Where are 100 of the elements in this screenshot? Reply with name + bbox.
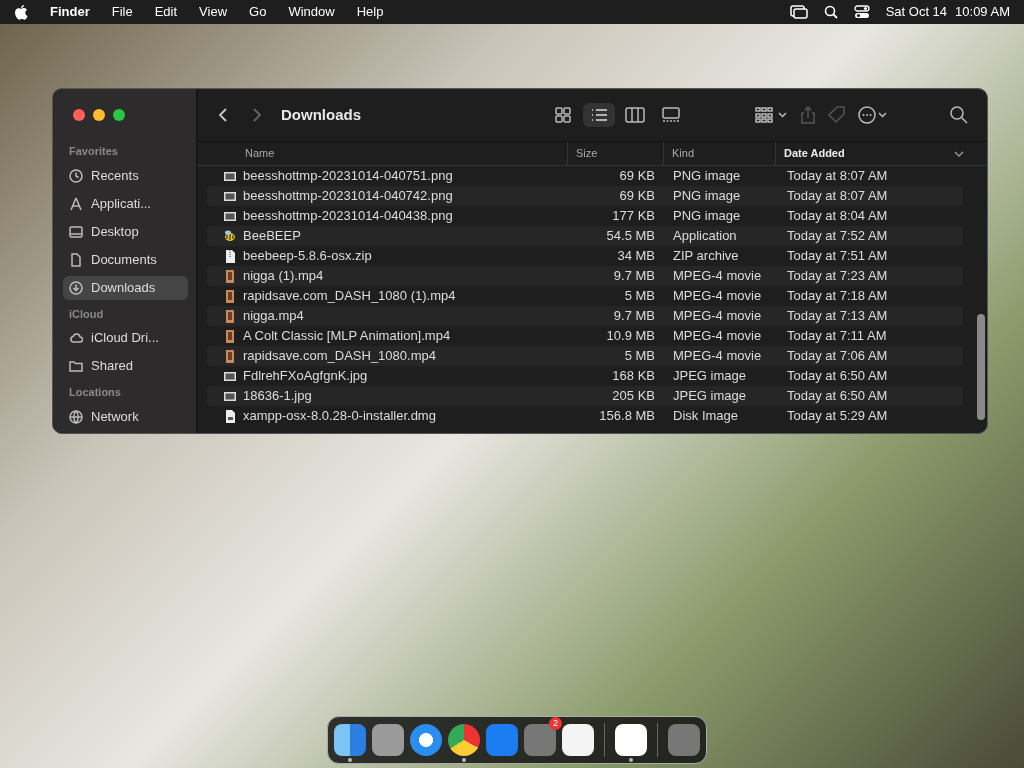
menu-item[interactable]: View: [199, 2, 228, 22]
sidebar-heading: Locations: [69, 385, 122, 400]
gallery-view-icon: [661, 106, 681, 124]
menu-item[interactable]: Help: [356, 2, 384, 22]
file-name[interactable]: xampp-osx-8.0.28-0-installer.dmg: [243, 406, 436, 426]
file-size: 9.7 MB: [612, 307, 656, 326]
zoom-button[interactable]: [113, 109, 125, 121]
sort-chevron-icon[interactable]: [953, 149, 965, 158]
file-name[interactable]: A Colt Classic [MLP Animation].mp4: [243, 326, 451, 346]
file-name[interactable]: BeeBEEP: [243, 226, 301, 246]
column-header[interactable]: Date Added: [775, 142, 987, 165]
zip-file-icon: [223, 248, 237, 264]
grid-view-icon: [553, 106, 573, 124]
file-name[interactable]: nigga (1).mp4: [243, 266, 324, 286]
file-date: Today at 7:23 AM: [786, 267, 888, 286]
file-size: 9.7 MB: [612, 267, 656, 286]
file-name[interactable]: beebeep-5.8.6-osx.zip: [243, 246, 372, 266]
apple-icon[interactable]: [14, 4, 28, 20]
cloud-icon: [69, 331, 83, 345]
menu-bar-time[interactable]: 10:09 AM: [955, 2, 1010, 22]
file-date: Today at 6:50 AM: [786, 367, 888, 386]
close-button[interactable]: [73, 109, 85, 121]
file-size: 5 MB: [623, 347, 656, 366]
toggles-icon[interactable]: [853, 5, 870, 19]
menu-item[interactable]: Go: [249, 2, 267, 22]
sidebar-item[interactable]: Shared: [63, 354, 188, 378]
document-icon: [69, 252, 83, 267]
search-icon[interactable]: [823, 5, 838, 19]
file-name[interactable]: rapidsave.com_DASH_1080.mp4: [243, 346, 436, 366]
video-file-icon: [223, 348, 237, 364]
sidebar-heading: iCloud: [69, 306, 105, 322]
group-by-icon[interactable]: [755, 106, 789, 124]
file-date: Today at 8:07 AM: [786, 187, 888, 206]
file-kind: ZIP archive: [672, 247, 740, 266]
file-date: Today at 7:52 AM: [786, 227, 888, 246]
file-date: Today at 8:04 AM: [786, 207, 888, 226]
sidebar-item[interactable]: iCloud Dri...: [63, 326, 188, 350]
file-kind: MPEG-4 movie: [672, 307, 763, 326]
file-kind: MPEG-4 movie: [672, 267, 763, 286]
windows-icon[interactable]: [789, 5, 808, 19]
file-size: 177 KB: [611, 207, 656, 226]
column-header[interactable]: Kind: [663, 142, 775, 165]
menu-item[interactable]: Window: [288, 2, 335, 22]
file-name[interactable]: beesshottmp-20231014-040751.png: [243, 166, 453, 186]
sidebar-item[interactable]: Downloads: [63, 275, 188, 300]
file-name[interactable]: rapidsave.com_DASH_1080 (1).mp4: [243, 286, 456, 306]
file-kind: PNG image: [672, 167, 742, 186]
file-name[interactable]: beesshottmp-20231014-040742.png: [243, 186, 453, 206]
app-menu[interactable]: Finder: [50, 2, 90, 22]
file-date: Today at 7:06 AM: [786, 347, 888, 366]
sidebar-item[interactable]: Desktop: [63, 219, 188, 244]
file-date: Today at 5:29 AM: [786, 407, 888, 426]
file-size: 69 KB: [618, 187, 656, 206]
file-kind: PNG image: [672, 207, 742, 226]
scrollbar-thumb[interactable]: [977, 314, 985, 420]
file-name[interactable]: 18636-1.jpg: [243, 386, 312, 406]
file-size: 205 KB: [611, 387, 656, 406]
file-size: 168 KB: [611, 367, 656, 386]
column-header[interactable]: Size: [567, 142, 663, 165]
file-size: 54.5 MB: [605, 227, 656, 246]
file-date: Today at 7:13 AM: [786, 307, 888, 326]
menu-item[interactable]: Edit: [154, 2, 178, 22]
sidebar-item[interactable]: Recents: [63, 163, 188, 188]
column-header[interactable]: Name: [197, 142, 567, 165]
view-toggle-button[interactable]: [583, 103, 615, 127]
more-options-icon[interactable]: [857, 105, 889, 125]
file-size: 5 MB: [623, 287, 656, 306]
file-kind: MPEG-4 movie: [672, 347, 763, 366]
file-size: 69 KB: [618, 167, 656, 186]
sidebar-item[interactable]: Network: [63, 404, 188, 429]
window-title: Downloads: [281, 104, 361, 125]
video-file-icon: [223, 288, 237, 304]
sidebar-heading: Favorites: [69, 144, 119, 159]
minimize-button[interactable]: [93, 109, 105, 121]
file-name[interactable]: FdlrehFXoAgfgnK.jpg: [243, 366, 368, 386]
video-file-icon: [223, 328, 237, 344]
video-file-icon: [223, 308, 237, 324]
file-date: Today at 6:50 AM: [786, 387, 888, 406]
file-name[interactable]: nigga.mp4: [243, 306, 304, 326]
list-view-icon: [589, 106, 609, 124]
search-icon[interactable]: [949, 105, 969, 125]
clock-icon: [69, 168, 83, 183]
file-date: Today at 7:11 AM: [786, 327, 887, 346]
file-date: Today at 7:51 AM: [786, 247, 888, 266]
file-kind: MPEG-4 movie: [672, 287, 763, 306]
sidebar-item[interactable]: Applicati...: [63, 191, 188, 216]
file-name[interactable]: beesshottmp-20231014-040438.png: [243, 206, 453, 226]
sidebar-item[interactable]: Documents: [63, 247, 188, 272]
video-file-icon: [223, 268, 237, 284]
file-date: Today at 8:07 AM: [786, 167, 888, 186]
monitor-icon: [69, 224, 83, 239]
menu-bar-date[interactable]: Sat Oct 14: [885, 2, 948, 22]
file-kind: Application: [672, 227, 738, 246]
file-kind: MPEG-4 movie: [672, 327, 763, 346]
download-icon: [69, 280, 83, 295]
file-kind: PNG image: [672, 187, 742, 206]
menu-item[interactable]: File: [111, 2, 133, 22]
file-date: Today at 7:18 AM: [786, 287, 888, 306]
columns-view-icon: [625, 106, 645, 124]
bee-app-icon: [223, 228, 237, 244]
